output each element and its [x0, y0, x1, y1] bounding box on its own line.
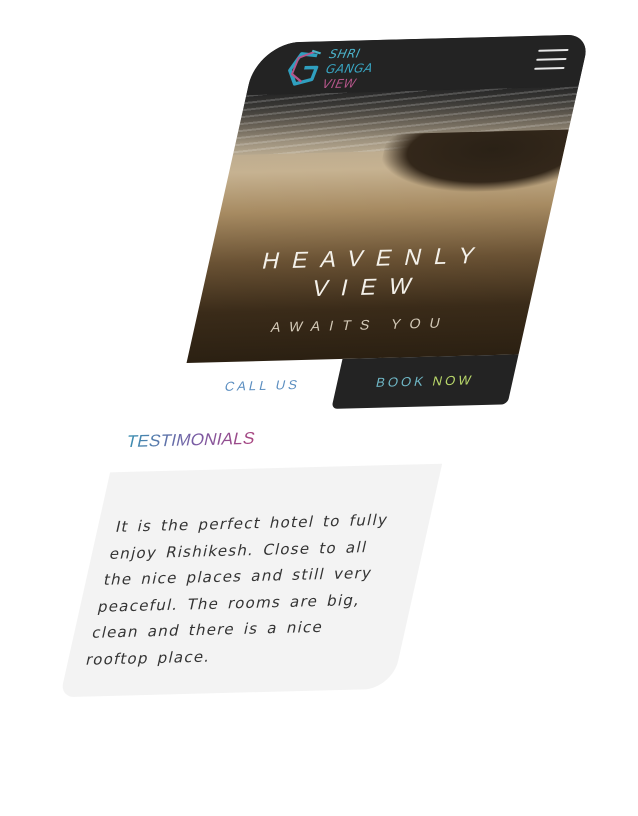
navbar: SHRI GANGA VIEW: [246, 34, 590, 96]
brand-name[interactable]: SHRI GANGA VIEW: [321, 46, 378, 92]
brand-line-2: GANGA: [324, 60, 375, 77]
brand-line-3: VIEW: [321, 76, 358, 92]
hero-shore-image: [374, 129, 569, 195]
brand-line-1: SHRI: [327, 46, 362, 62]
hamburger-menu-icon[interactable]: [533, 48, 569, 74]
hero-subtitle: AWAITS YOU: [269, 314, 451, 336]
book-label: BOOK: [374, 373, 428, 390]
call-us-button[interactable]: CALL US: [177, 359, 347, 413]
testimonial-card: It is the perfect hotel to fully enjoy R…: [59, 463, 443, 698]
now-label: NOW: [431, 372, 476, 389]
testimonials-heading: TESTIMONIALS: [124, 428, 257, 452]
testimonial-quote: It is the perfect hotel to fully enjoy R…: [84, 510, 391, 669]
app-frame: SHRI GANGA VIEW HEAVENLY VIEW AWAITS YOU…: [0, 34, 600, 706]
book-now-button[interactable]: BOOK NOW: [331, 354, 519, 409]
hero-section: SHRI GANGA VIEW HEAVENLY VIEW AWAITS YOU: [186, 34, 590, 364]
g-logo-icon[interactable]: [280, 47, 329, 88]
